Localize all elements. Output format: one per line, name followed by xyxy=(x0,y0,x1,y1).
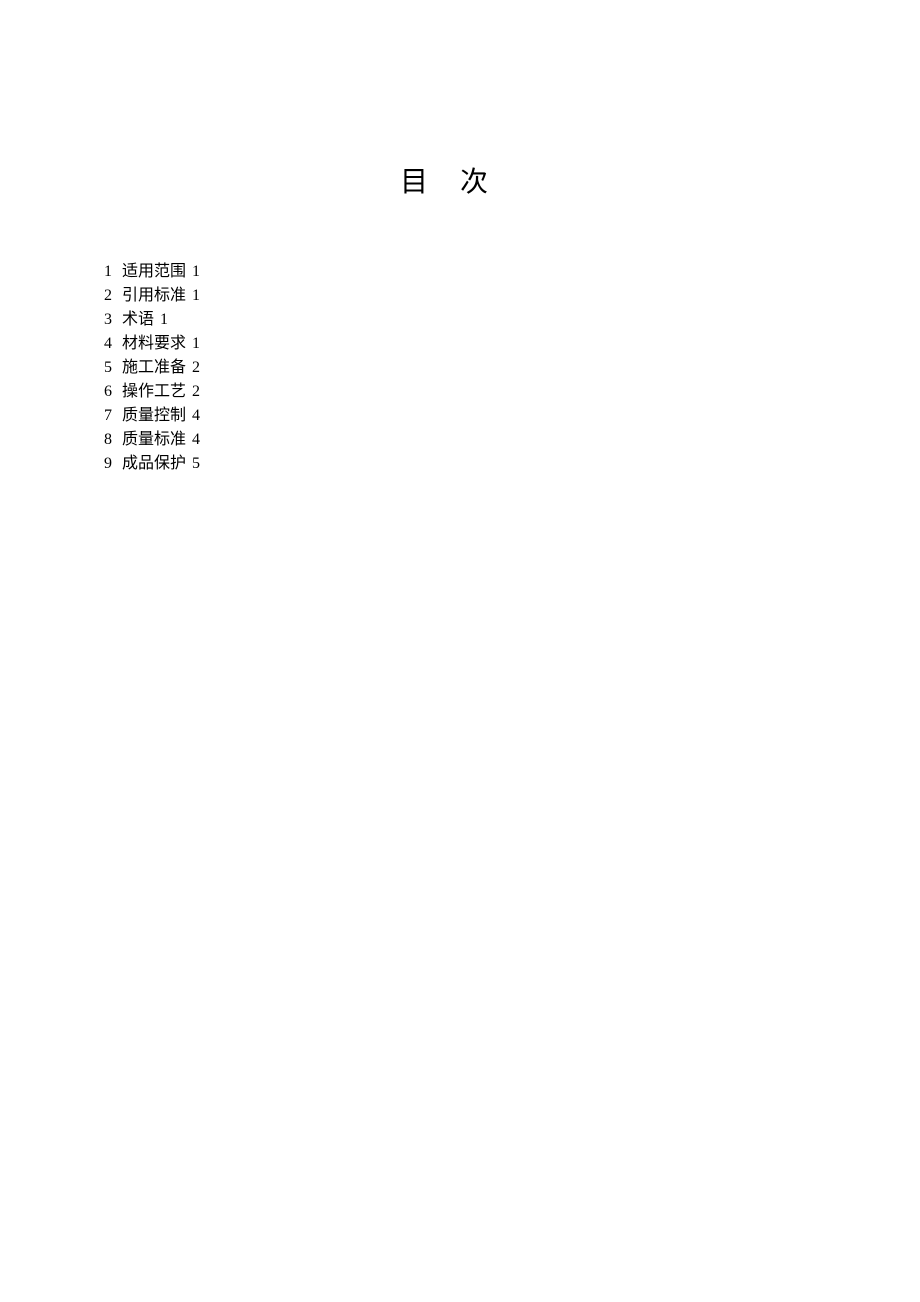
toc-item-page: 2 xyxy=(192,383,200,400)
toc-item: 8 质量标准 4 xyxy=(98,428,822,452)
toc-item-number: 9 xyxy=(98,452,112,476)
document-page: 目次 1 适用范围 1 2 引用标准 1 3 术语 1 4 材料要求 1 5 施… xyxy=(0,0,920,476)
toc-item-text: 成品保护 xyxy=(122,455,186,472)
toc-item: 2 引用标准 1 xyxy=(98,284,822,308)
toc-item-text: 术语 xyxy=(122,311,154,328)
toc-item-page: 1 xyxy=(160,311,168,328)
toc-item-number: 5 xyxy=(98,356,112,380)
toc-item-page: 2 xyxy=(192,359,200,376)
toc-item: 7 质量控制 4 xyxy=(98,404,822,428)
toc-item: 1 适用范围 1 xyxy=(98,260,822,284)
toc-item-text: 质量控制 xyxy=(122,407,186,424)
toc-item: 5 施工准备 2 xyxy=(98,356,822,380)
toc-item-page: 4 xyxy=(192,431,200,448)
toc-item-number: 4 xyxy=(98,332,112,356)
toc-item: 9 成品保护 5 xyxy=(98,452,822,476)
toc-item-text: 引用标准 xyxy=(122,287,186,304)
toc-item-page: 4 xyxy=(192,407,200,424)
toc-item-number: 8 xyxy=(98,428,112,452)
toc-item-text: 材料要求 xyxy=(122,335,186,352)
toc-item-number: 3 xyxy=(98,308,112,332)
toc-item-page: 5 xyxy=(192,455,200,472)
toc-item-page: 1 xyxy=(192,263,200,280)
toc-item: 4 材料要求 1 xyxy=(98,332,822,356)
table-of-contents: 1 适用范围 1 2 引用标准 1 3 术语 1 4 材料要求 1 5 施工准备… xyxy=(98,260,822,476)
toc-item-number: 6 xyxy=(98,380,112,404)
toc-item-number: 1 xyxy=(98,260,112,284)
toc-item-text: 操作工艺 xyxy=(122,383,186,400)
toc-item-number: 2 xyxy=(98,284,112,308)
toc-item-number: 7 xyxy=(98,404,112,428)
toc-item: 3 术语 1 xyxy=(98,308,822,332)
page-title: 目次 xyxy=(98,160,822,200)
toc-item-page: 1 xyxy=(192,335,200,352)
toc-item: 6 操作工艺 2 xyxy=(98,380,822,404)
toc-item-text: 适用范围 xyxy=(122,263,186,280)
toc-item-text: 施工准备 xyxy=(122,359,186,376)
toc-item-page: 1 xyxy=(192,287,200,304)
toc-item-text: 质量标准 xyxy=(122,431,186,448)
